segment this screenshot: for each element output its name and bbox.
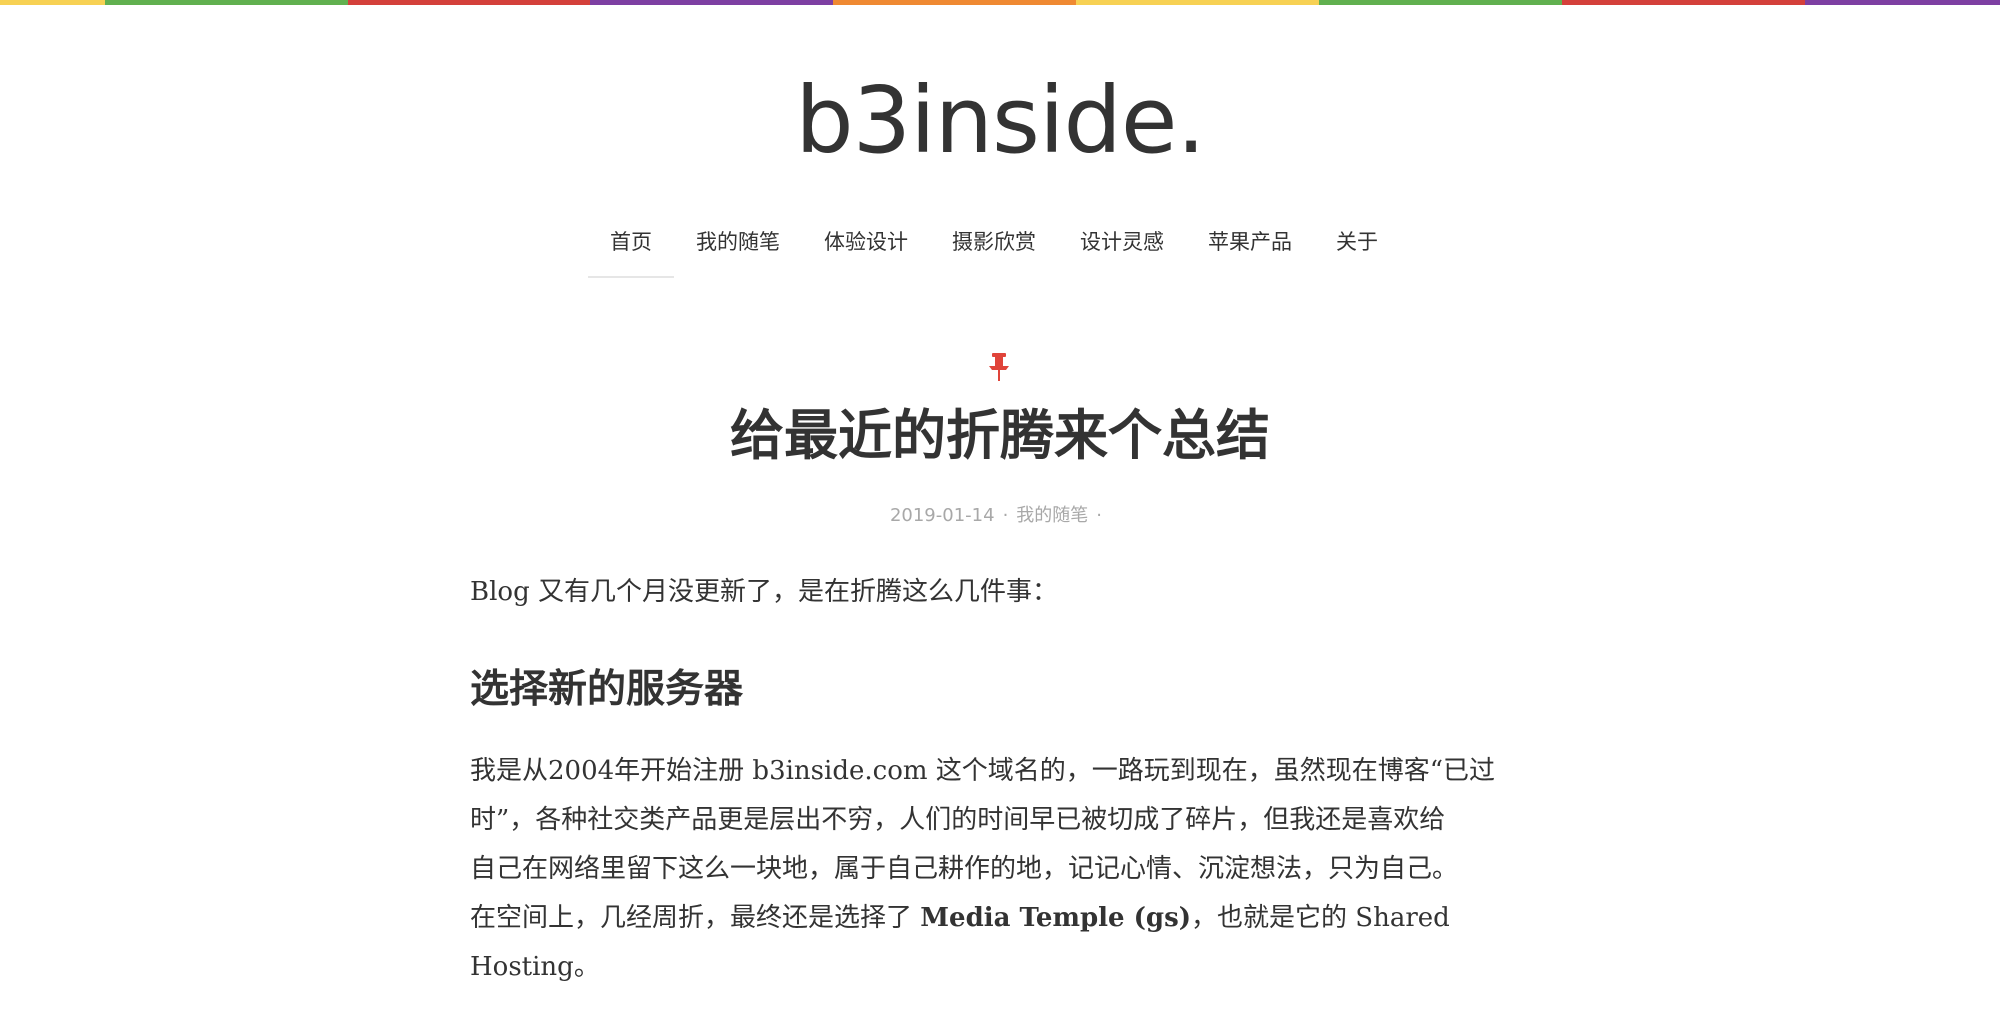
paragraph-line: 在空间上，几经周折，最终还是选择了 bbox=[470, 903, 921, 933]
section-heading: 选择新的服务器 bbox=[470, 667, 744, 712]
nav-item-photography[interactable]: 摄影欣赏 bbox=[930, 218, 1058, 278]
post-meta: 2019-01-14 · 我的随笔 · bbox=[0, 502, 2000, 530]
site-logo[interactable]: b3inside. bbox=[0, 66, 2000, 176]
post-category-link[interactable]: 我的随笔 bbox=[1016, 505, 1088, 526]
bold-product-name: Media Temple (gs) bbox=[920, 903, 1192, 933]
pushpin-icon bbox=[989, 353, 1009, 381]
paragraph-line: 时”，各种社交类产品更是层出不穷，人们的时间早已被切成了碎片，但我还是喜欢给 bbox=[470, 805, 1446, 835]
nav-list: 首页 我的随笔 体验设计 摄影欣赏 设计灵感 苹果产品 关于 bbox=[588, 218, 1400, 278]
nav-item-design-inspiration[interactable]: 设计灵感 bbox=[1058, 218, 1186, 278]
nav-item-home[interactable]: 首页 bbox=[588, 218, 674, 278]
meta-separator: · bbox=[1002, 505, 1009, 526]
post-intro: Blog 又有几个月没更新了，是在折腾这么几件事： bbox=[470, 577, 1058, 607]
paragraph-line: ，也就是它的 Shared bbox=[1191, 903, 1450, 933]
rainbow-segment bbox=[1561, 0, 1805, 5]
rainbow-segment bbox=[347, 0, 591, 5]
post-date: 2019-01-14 bbox=[889, 505, 995, 526]
rainbow-segment bbox=[590, 0, 834, 5]
paragraph-line: Hosting。 bbox=[470, 952, 600, 982]
main-nav: 首页 我的随笔 体验设计 摄影欣赏 设计灵感 苹果产品 关于 bbox=[0, 218, 2000, 278]
rainbow-segment bbox=[104, 0, 348, 5]
nav-item-ux-design[interactable]: 体验设计 bbox=[802, 218, 930, 278]
post-paragraph: 我是从2004年开始注册 b3inside.com 这个域名的，一路玩到现在，虽… bbox=[470, 747, 1540, 992]
rainbow-segment bbox=[1804, 0, 2000, 5]
meta-separator: · bbox=[1096, 505, 1103, 526]
paragraph-line: 我是从2004年开始注册 b3inside.com 这个域名的，一路玩到现在，虽… bbox=[470, 756, 1496, 786]
post-title[interactable]: 给最近的折腾来个总结 bbox=[0, 398, 2000, 474]
rainbow-segment bbox=[1076, 0, 1320, 5]
rainbow-segment bbox=[1319, 0, 1562, 5]
nav-item-about[interactable]: 关于 bbox=[1314, 218, 1400, 278]
rainbow-top-bar bbox=[0, 0, 2000, 5]
rainbow-segment bbox=[833, 0, 1077, 5]
post-body: Blog 又有几个月没更新了，是在折腾这么几件事： 选择新的服务器 我是从200… bbox=[470, 568, 1540, 992]
rainbow-segment bbox=[0, 0, 105, 5]
nav-item-apple-products[interactable]: 苹果产品 bbox=[1186, 218, 1314, 278]
paragraph-line: 自己在网络里留下这么一块地，属于自己耕作的地，记记心情、沉淀想法，只为自己。 bbox=[470, 854, 1459, 884]
nav-item-essays[interactable]: 我的随笔 bbox=[674, 218, 802, 278]
